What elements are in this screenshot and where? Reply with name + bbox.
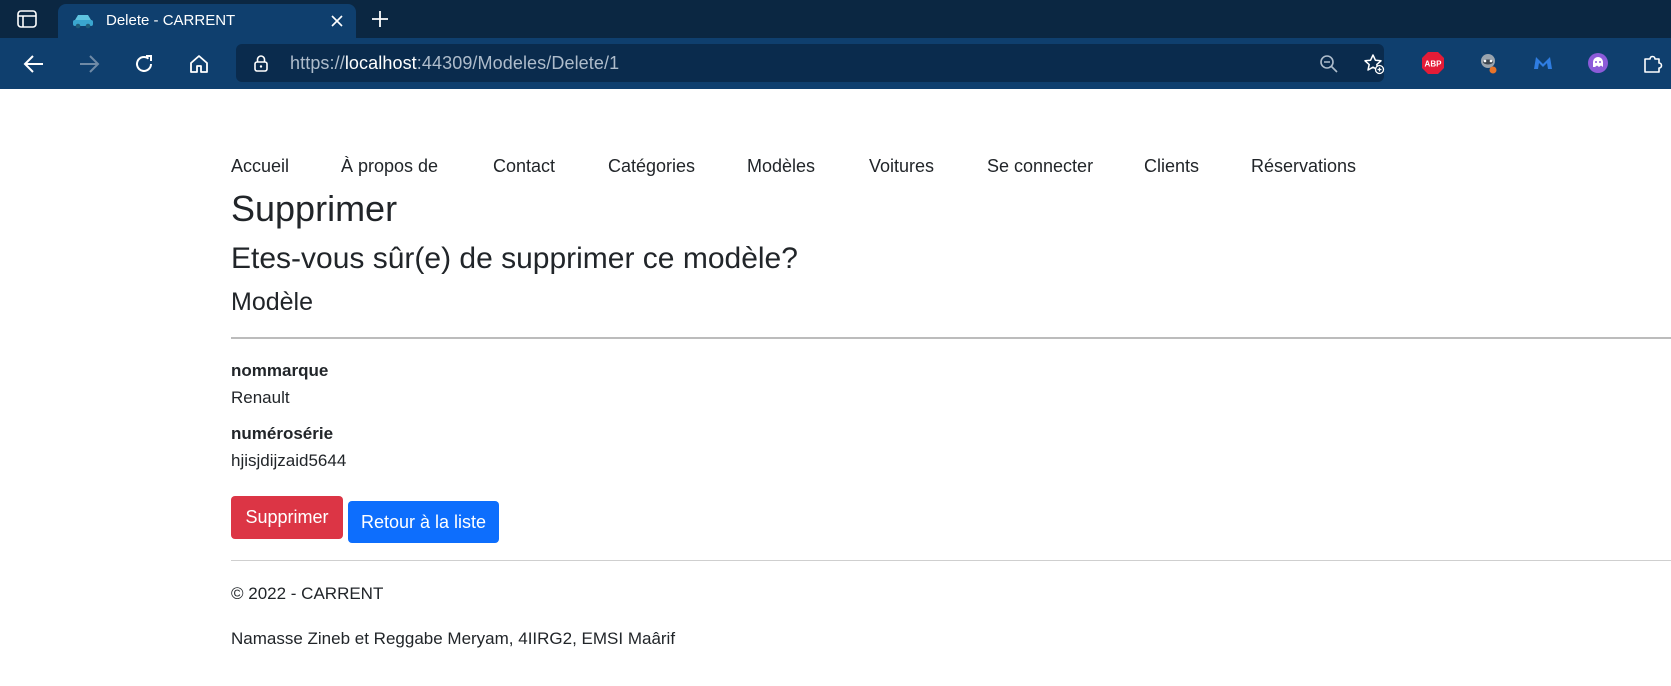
nav-item-reservations[interactable]: Réservations	[1251, 148, 1381, 188]
main-nav: Accueil À propos de Contact Catégories M…	[231, 148, 1381, 188]
back-icon[interactable]	[21, 51, 47, 77]
page-title: Supprimer	[231, 188, 398, 229]
address-bar[interactable]: https://localhost:44309/Modeles/Delete/1	[236, 44, 1385, 82]
new-tab-icon[interactable]	[368, 8, 392, 30]
footer-copyright: © 2022 - CARRENT	[231, 584, 384, 603]
field-value-numeroserie: hjisjdijzaid5644	[231, 451, 347, 470]
nav-item-accueil[interactable]: Accueil	[231, 148, 341, 188]
close-tab-icon[interactable]	[328, 12, 346, 30]
tab-bar: Delete - CARRENT	[0, 0, 1671, 38]
url-text[interactable]: https://localhost:44309/Modeles/Delete/1	[290, 53, 619, 74]
field-label-numeroserie: numérosérie	[231, 424, 334, 443]
car-favicon-icon	[72, 13, 94, 29]
field-value-nommarque: Renault	[231, 388, 290, 407]
entity-heading: Modèle	[231, 288, 313, 316]
adblock-plus-icon[interactable]: ABP	[1421, 51, 1445, 75]
nav-item-contact[interactable]: Contact	[493, 148, 608, 188]
malwarebytes-icon[interactable]	[1531, 51, 1555, 75]
home-icon[interactable]	[186, 51, 212, 77]
nav-item-clients[interactable]: Clients	[1144, 148, 1251, 188]
zoom-out-icon[interactable]	[1318, 53, 1340, 75]
lock-icon[interactable]	[252, 54, 270, 72]
extension-raccoon-icon[interactable]	[1476, 51, 1500, 75]
nav-item-categories[interactable]: Catégories	[608, 148, 747, 188]
browser-toolbar: https://localhost:44309/Modeles/Delete/1…	[0, 38, 1671, 89]
field-label-nommarque: nommarque	[231, 361, 329, 380]
divider	[231, 337, 1671, 339]
extensions-puzzle-icon[interactable]	[1641, 51, 1665, 75]
refresh-icon[interactable]	[131, 51, 157, 77]
nav-item-voitures[interactable]: Voitures	[869, 148, 987, 188]
nav-item-a-propos[interactable]: À propos de	[341, 148, 493, 188]
nav-item-modeles[interactable]: Modèles	[747, 148, 869, 188]
tab-title: Delete - CARRENT	[106, 12, 236, 29]
footer-divider	[231, 560, 1671, 561]
footer-authors: Namasse Zineb et Reggabe Meryam, 4IIRG2,…	[231, 629, 676, 648]
tab-actions-icon[interactable]	[14, 8, 40, 30]
confirm-question: Etes-vous sûr(e) de supprimer ce modèle?	[231, 242, 798, 275]
svg-text:ABP: ABP	[1425, 60, 1443, 69]
add-favorite-icon[interactable]	[1363, 53, 1385, 75]
delete-button[interactable]: Supprimer	[231, 496, 343, 539]
back-to-list-button[interactable]: Retour à la liste	[348, 501, 499, 543]
extension-ghost-icon[interactable]	[1586, 51, 1610, 75]
nav-item-se-connecter[interactable]: Se connecter	[987, 148, 1144, 188]
active-tab[interactable]: Delete - CARRENT	[58, 4, 356, 38]
forward-icon[interactable]	[76, 51, 102, 77]
